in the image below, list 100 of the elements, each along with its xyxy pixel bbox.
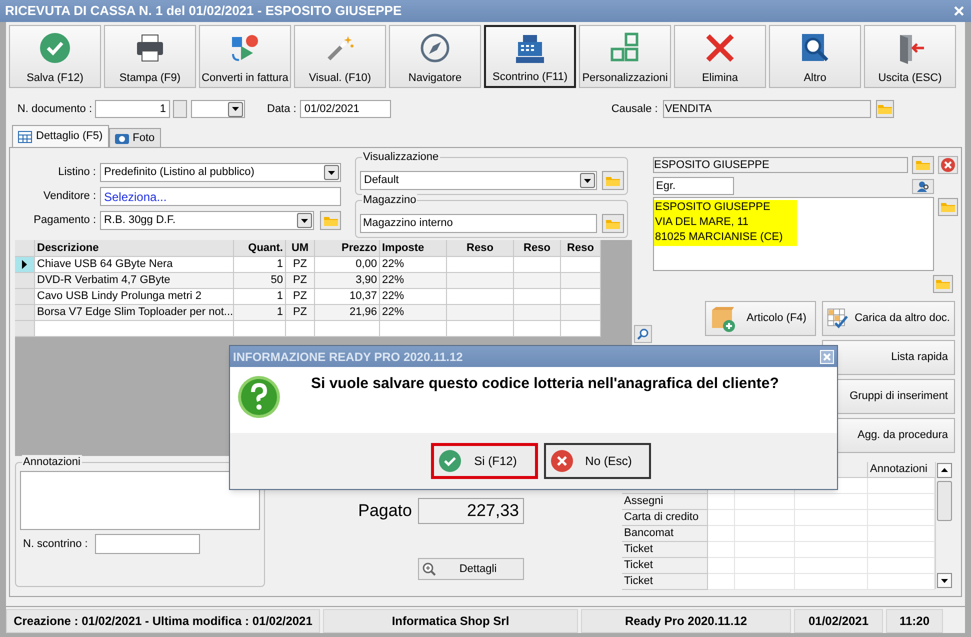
table-cell	[447, 257, 514, 273]
table-cell	[561, 305, 601, 321]
view-dropdown[interactable]: Default	[360, 171, 597, 190]
table-cell	[561, 257, 601, 273]
causale-field[interactable]: VENDITA	[662, 100, 871, 118]
document-number-field[interactable]: 1	[95, 100, 170, 118]
table-cell	[708, 574, 735, 590]
row-header: Carta di credito	[622, 510, 708, 526]
table-cell: 21,96	[315, 305, 380, 321]
tab[interactable]: Dettaglio (F5)	[12, 125, 109, 147]
group-title: Magazzino	[362, 193, 418, 207]
toolbar-button[interactable]: Elimina	[674, 25, 766, 88]
folder-icon	[605, 218, 621, 230]
table-cell: PZ	[286, 305, 315, 321]
dialog-button[interactable]: Si (F12)	[431, 443, 538, 479]
notes-field[interactable]	[20, 471, 260, 530]
folder-button[interactable]	[602, 171, 624, 190]
delete-icon	[704, 32, 736, 64]
contact-button[interactable]	[912, 178, 934, 194]
toolbar-button[interactable]: Salva (F12)	[9, 25, 101, 88]
column-header: Reso	[561, 240, 601, 257]
spin-button[interactable]	[173, 100, 187, 118]
table-cell: 22%	[380, 257, 447, 273]
close-button[interactable]	[820, 350, 834, 364]
payment-dropdown[interactable]: R.B. 30gg D.F.	[100, 211, 314, 230]
dialog-button[interactable]: No (Esc)	[544, 443, 651, 479]
table-cell: 1	[234, 305, 286, 321]
salutation-field[interactable]: Egr.	[653, 177, 734, 195]
toolbar-button[interactable]: Altro	[769, 25, 861, 88]
table-cell	[708, 558, 735, 574]
table-cell	[380, 321, 447, 337]
table-cell	[735, 542, 795, 558]
table-cell	[561, 273, 601, 289]
toolbar-button[interactable]: Converti in fattura	[199, 25, 291, 88]
toolbar-button[interactable]: Uscita (ESC)	[864, 25, 956, 88]
toolbar-button[interactable]: Scontrino (F11)	[484, 25, 576, 88]
column-header: Imposte	[380, 240, 447, 257]
folder-icon	[935, 278, 951, 290]
details-button[interactable]: Dettagli	[418, 558, 524, 580]
dialog-message: Si vuole salvare questo codice lotteria nell'anagrafica del cliente?	[311, 374, 779, 394]
row-header: Ticket	[622, 542, 708, 558]
toolbar-button[interactable]: Navigatore	[389, 25, 481, 88]
table-cell	[561, 289, 601, 305]
table-cell	[708, 510, 735, 526]
printer-icon	[134, 32, 166, 64]
scroll-up-icon	[937, 463, 952, 478]
status-text: Ready Pro 2020.11.12	[581, 609, 791, 633]
table-cell	[447, 305, 514, 321]
tab[interactable]: Foto	[108, 128, 161, 147]
table-cell	[514, 289, 561, 305]
toolbar-button[interactable]: Stampa (F9)	[104, 25, 196, 88]
clear-icon	[941, 158, 955, 172]
dropdown-arrow-icon	[301, 218, 308, 222]
table-icon	[18, 130, 32, 142]
table-cell: Chiave USB 64 GByte Nera	[35, 257, 234, 273]
price-list-dropdown[interactable]: Predefinito (Listino al pubblico)	[100, 163, 341, 182]
clear-button[interactable]	[938, 156, 958, 174]
table-cell	[514, 273, 561, 289]
series-dropdown[interactable]	[191, 100, 245, 118]
field-label: Venditore :	[42, 189, 97, 204]
question-icon	[237, 375, 281, 419]
action-button[interactable]: Lista rapida	[822, 340, 955, 375]
cash-register-icon	[514, 33, 546, 65]
folder-button[interactable]	[602, 214, 624, 233]
field-label: Pagamento :	[32, 213, 97, 228]
seller-field[interactable]: Seleziona...	[100, 187, 341, 206]
status-text: Creazione : 01/02/2021 - Ultima modifica : 01/02/2021	[6, 609, 320, 633]
folder-button[interactable]	[876, 100, 894, 118]
date-field[interactable]: 01/02/2021	[300, 100, 392, 118]
warehouse-field[interactable]: Magazzino interno	[360, 214, 597, 233]
squares-icon	[609, 32, 641, 64]
folder-button[interactable]	[938, 198, 958, 216]
window-title: RICEVUTA DI CASSA N. 1 del 01/02/2021 - ESPOSITO GIUSEPPE	[5, 2, 402, 20]
table-cell: PZ	[286, 289, 315, 305]
status-text: 01/02/2021	[794, 609, 883, 633]
action-button[interactable]: Carica da altro doc.	[822, 301, 955, 336]
toolbar-button[interactable]: Visual. (F10)	[294, 25, 386, 88]
scrollbar[interactable]	[935, 462, 952, 589]
column-header: Prezzo	[315, 240, 380, 257]
table-cell	[315, 321, 380, 337]
folder-button[interactable]	[320, 211, 341, 230]
column-header: Quant.	[234, 240, 286, 257]
scroll-thumb[interactable]	[937, 480, 952, 520]
camera-icon	[114, 132, 129, 144]
field-label: Causale :	[611, 102, 658, 117]
table-cell: Cavo USB Lindy Prolunga metri 2	[35, 289, 234, 305]
row-header: Bancomat	[622, 526, 708, 542]
table-cell: 50	[234, 273, 286, 289]
search-button[interactable]	[634, 325, 652, 343]
folder-button[interactable]	[933, 275, 953, 293]
folder-button[interactable]	[912, 156, 934, 174]
action-button[interactable]: Articolo (F4)	[705, 301, 816, 336]
receipt-number-field[interactable]	[94, 534, 200, 554]
customer-name-field[interactable]: ESPOSITO GIUSEPPE	[653, 156, 908, 172]
row-header: Ticket	[622, 574, 708, 590]
toolbar-button[interactable]: Personalizzazioni	[579, 25, 671, 88]
table-cell	[447, 273, 514, 289]
column-header: Descrizione	[35, 240, 234, 257]
table-cell: 0,00	[315, 257, 380, 273]
table-cell	[514, 257, 561, 273]
